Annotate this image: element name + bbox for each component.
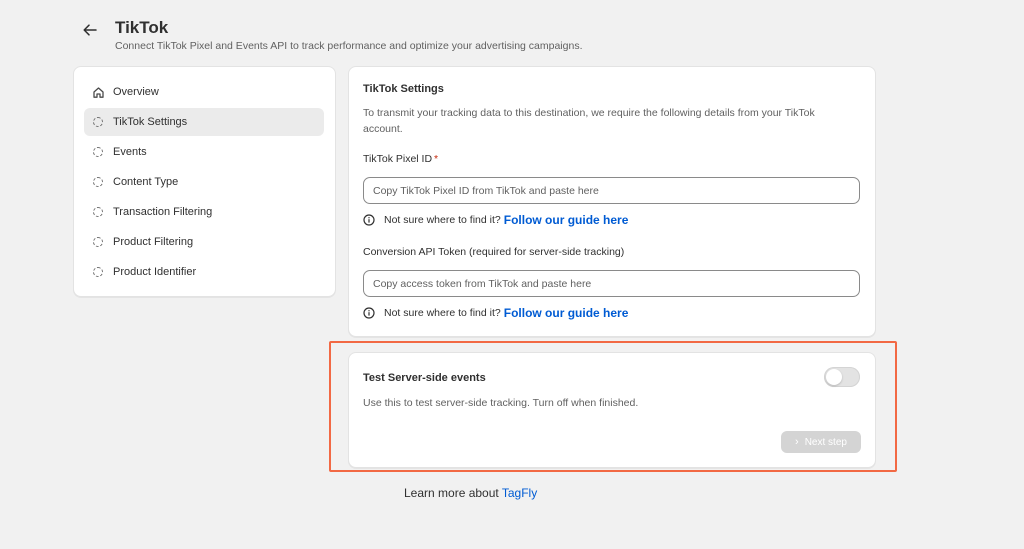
api-token-input[interactable] — [363, 270, 860, 297]
dashed-circle-icon — [91, 175, 105, 189]
token-guide-link[interactable]: Follow our guide here — [504, 306, 629, 320]
sidebar-item-label: Transaction Filtering — [113, 206, 213, 218]
arrow-left-icon — [83, 24, 97, 36]
sidebar-item-label: Product Filtering — [113, 236, 194, 248]
help-text: Not sure where to find it? — [384, 307, 501, 319]
test-server-events-card: Test Server-side events Use this to test… — [348, 352, 876, 468]
dashed-circle-icon — [91, 205, 105, 219]
sidebar-item-overview[interactable]: Overview — [84, 78, 324, 106]
learn-more: Learn more about TagFly — [404, 486, 537, 500]
pixel-help: Not sure where to find it? Follow our gu… — [363, 213, 628, 227]
home-icon — [91, 85, 105, 99]
sidebar-item-product-filtering[interactable]: Product Filtering — [84, 228, 324, 256]
help-text: Not sure where to find it? — [384, 214, 501, 226]
test-events-title: Test Server-side events — [363, 372, 486, 384]
info-icon — [363, 307, 375, 319]
sidebar-item-label: Product Identifier — [113, 266, 197, 278]
token-help: Not sure where to find it? Follow our gu… — [363, 306, 628, 320]
api-token-label: Conversion API Token (required for serve… — [363, 246, 625, 258]
sidebar-item-product-identifier[interactable]: Product Identifier — [84, 258, 324, 286]
settings-title: TikTok Settings — [363, 83, 444, 95]
sidebar-item-label: Overview — [113, 86, 159, 98]
toggle-knob — [826, 369, 842, 385]
learn-more-text: Learn more about — [404, 486, 499, 500]
pixel-id-input[interactable] — [363, 177, 860, 204]
required-mark: * — [434, 153, 439, 165]
sidebar-item-tiktok-settings[interactable]: TikTok Settings — [84, 108, 324, 136]
page-title: TikTok — [115, 18, 169, 37]
dashed-circle-icon — [91, 145, 105, 159]
next-step-button[interactable]: › Next step — [781, 431, 861, 453]
tiktok-settings-card: TikTok Settings To transmit your trackin… — [348, 66, 876, 337]
back-button[interactable] — [80, 20, 100, 40]
test-events-toggle[interactable] — [824, 367, 860, 387]
sidebar-item-label: TikTok Settings — [113, 116, 188, 128]
sidebar-item-events[interactable]: Events — [84, 138, 324, 166]
sidebar-item-transaction-filtering[interactable]: Transaction Filtering — [84, 198, 324, 226]
sidebar-nav: Overview TikTok Settings Events Content … — [73, 66, 336, 297]
pixel-id-label-text: TikTok Pixel ID — [363, 153, 433, 165]
chevron-right-icon: › — [795, 436, 799, 448]
info-icon — [363, 214, 375, 226]
sidebar-item-label: Content Type — [113, 176, 179, 188]
sidebar-item-label: Events — [113, 146, 147, 158]
next-step-label: Next step — [804, 436, 847, 448]
settings-description: To transmit your tracking data to this d… — [363, 107, 815, 135]
pixel-guide-link[interactable]: Follow our guide here — [504, 213, 629, 227]
dashed-circle-icon — [91, 235, 105, 249]
sidebar-item-content-type[interactable]: Content Type — [84, 168, 324, 196]
tagfly-link[interactable]: TagFly — [502, 486, 537, 500]
dashed-circle-icon — [91, 115, 105, 129]
dashed-circle-icon — [91, 265, 105, 279]
page-subtitle: Connect TikTok Pixel and Events API to t… — [115, 40, 583, 52]
pixel-id-label: TikTok Pixel ID * — [363, 153, 438, 165]
test-events-description: Use this to test server-side tracking. T… — [363, 397, 639, 409]
